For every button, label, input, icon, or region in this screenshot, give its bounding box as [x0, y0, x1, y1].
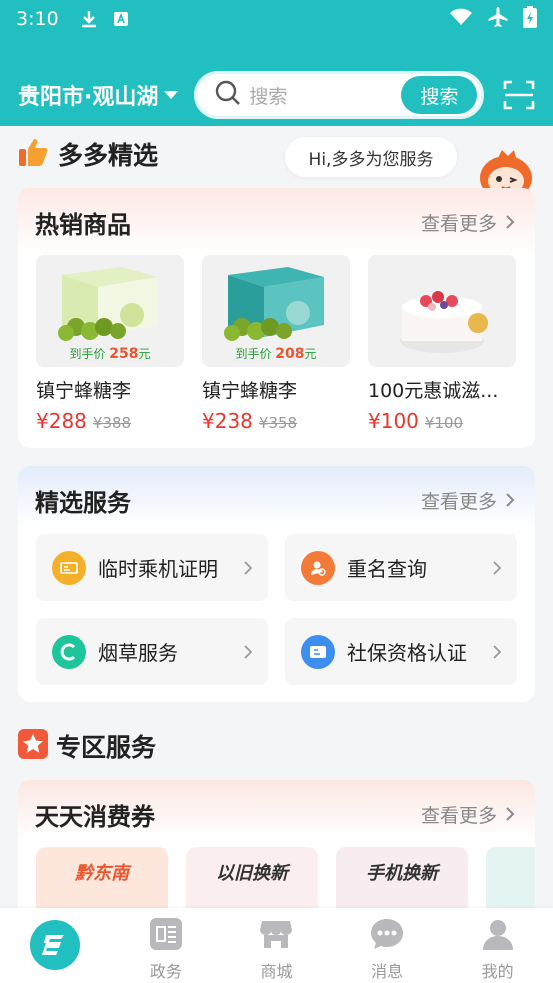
- zone-title: 专区服务: [56, 733, 157, 762]
- message-icon: [369, 916, 405, 952]
- tab-profile[interactable]: 我的: [458, 916, 538, 982]
- duoduo-section-header: 多多精选: [18, 136, 158, 172]
- selected-more-link[interactable]: 查看更多: [421, 487, 515, 514]
- scan-icon[interactable]: [503, 79, 535, 111]
- coupon-more-link[interactable]: 查看更多: [421, 801, 515, 828]
- coupon-item[interactable]: 以旧换新: [186, 847, 318, 917]
- chevron-right-icon: [506, 493, 515, 507]
- coupon-title: 天天消费券: [35, 802, 155, 831]
- tab-mall[interactable]: 商城: [236, 916, 316, 982]
- product-original-price: ¥100: [424, 414, 464, 432]
- chevron-right-icon: [493, 644, 501, 659]
- service-tobacco[interactable]: 烟草服务: [36, 618, 268, 685]
- product-price: ¥288: [36, 409, 87, 433]
- service-duplicate-name-query[interactable]: 重名查询: [285, 534, 517, 601]
- coupon-item[interactable]: [486, 847, 535, 917]
- hot-products-card: 热销商品 查看更多 到手价 258元 镇宁蜂糖李 ¥288 ¥388 到手价 2…: [18, 188, 535, 448]
- coupon-item[interactable]: 手机换新: [336, 847, 468, 917]
- product-name: 镇宁蜂糖李: [36, 380, 132, 402]
- service-label: 社保资格认证: [347, 641, 467, 665]
- assistant-bubble[interactable]: Hi,多多为您服务: [285, 137, 457, 177]
- hand-price-value: 208: [275, 346, 305, 362]
- tab-messages[interactable]: 消息: [347, 916, 427, 982]
- tab-label: 政务: [149, 962, 182, 981]
- chevron-right-icon: [493, 560, 501, 575]
- hand-price-unit: 元: [304, 347, 317, 361]
- app-notification-icon: [113, 11, 129, 27]
- product-price: ¥238: [202, 409, 253, 433]
- search-icon: [215, 80, 241, 110]
- battery-icon: [523, 6, 537, 32]
- coupon-item[interactable]: 黔东南: [36, 847, 168, 917]
- boarding-pass-icon: [52, 550, 86, 585]
- product-name: 100元惠诚滋...: [368, 380, 499, 402]
- product-image: [368, 255, 516, 367]
- service-label: 重名查询: [347, 557, 427, 581]
- service-label: 临时乘机证明: [98, 557, 218, 581]
- product-image: 到手价 258元: [36, 255, 184, 367]
- hot-products-header: 热销商品 查看更多: [35, 202, 515, 242]
- chevron-right-icon: [244, 560, 252, 575]
- hot-more-label: 查看更多: [420, 212, 497, 235]
- product-name: 镇宁蜂糖李: [202, 380, 298, 402]
- product-price: ¥100: [368, 409, 419, 433]
- star-icon: [18, 729, 48, 763]
- hot-more-link[interactable]: 查看更多: [421, 209, 515, 236]
- coupon-more-label: 查看更多: [420, 804, 497, 827]
- city-selector[interactable]: 贵阳市·观山湖: [18, 79, 179, 111]
- service-temp-boarding-certificate[interactable]: 临时乘机证明: [36, 534, 268, 601]
- selected-services-card: 精选服务 查看更多 临时乘机证明 重名查询 烟草服务 社保资格认证: [18, 466, 535, 702]
- search-button[interactable]: 搜索: [401, 76, 478, 114]
- city-label: 贵阳市·观山湖: [18, 85, 159, 110]
- tab-label: 消息: [371, 962, 404, 981]
- selected-more-label: 查看更多: [420, 490, 497, 513]
- service-label: 烟草服务: [98, 641, 178, 665]
- product-card[interactable]: 100元惠诚滋... ¥100 ¥100: [368, 255, 516, 433]
- tab-home[interactable]: [15, 916, 95, 976]
- product-card[interactable]: 到手价 208元 镇宁蜂糖李 ¥238 ¥358: [202, 255, 350, 433]
- home-logo-icon: [30, 920, 81, 970]
- download-icon: [81, 10, 97, 28]
- selected-services-title: 精选服务: [35, 488, 131, 517]
- search-input[interactable]: 搜索: [249, 82, 401, 109]
- social-security-card-icon: [301, 634, 335, 669]
- status-time: 3:10: [16, 8, 59, 30]
- government-icon: [148, 916, 184, 952]
- tab-government[interactable]: 政务: [126, 916, 206, 982]
- hand-price-value: 258: [109, 346, 139, 362]
- hot-products-title: 热销商品: [35, 210, 131, 239]
- search-bar[interactable]: 搜索 搜索: [194, 71, 485, 119]
- status-bar: 3:10: [0, 0, 553, 38]
- chevron-right-icon: [506, 215, 515, 229]
- chevron-right-icon: [244, 644, 252, 659]
- product-original-price: ¥358: [258, 414, 298, 432]
- service-social-security-certification[interactable]: 社保资格认证: [285, 618, 517, 685]
- tab-label: 商城: [260, 962, 293, 981]
- hand-price-label: 到手价: [69, 347, 106, 361]
- wifi-icon: [449, 8, 473, 30]
- airplane-icon: [487, 6, 509, 32]
- top-bar: 贵阳市·观山湖 搜索 搜索: [0, 70, 553, 120]
- thumbs-up-icon: [18, 137, 50, 171]
- bottom-tab-bar: 政务 商城 消息 我的: [0, 908, 553, 983]
- product-card[interactable]: 到手价 258元 镇宁蜂糖李 ¥288 ¥388: [36, 255, 184, 433]
- product-original-price: ¥388: [92, 414, 132, 432]
- user-icon: [480, 916, 516, 952]
- duoduo-title: 多多精选: [58, 141, 159, 170]
- chevron-right-icon: [506, 807, 515, 821]
- chevron-down-icon: [164, 91, 179, 99]
- selected-services-header: 精选服务 查看更多: [35, 480, 515, 520]
- hand-price-label: 到手价: [235, 347, 272, 361]
- tab-label: 我的: [481, 962, 514, 981]
- coupon-header: 天天消费券 查看更多: [35, 794, 515, 834]
- tobacco-leaf-icon: [52, 634, 86, 669]
- person-search-icon: [301, 550, 335, 585]
- product-image: 到手价 208元: [202, 255, 350, 367]
- shop-icon: [258, 916, 294, 952]
- zone-section-header: 专区服务: [18, 728, 156, 764]
- hand-price-unit: 元: [138, 347, 151, 361]
